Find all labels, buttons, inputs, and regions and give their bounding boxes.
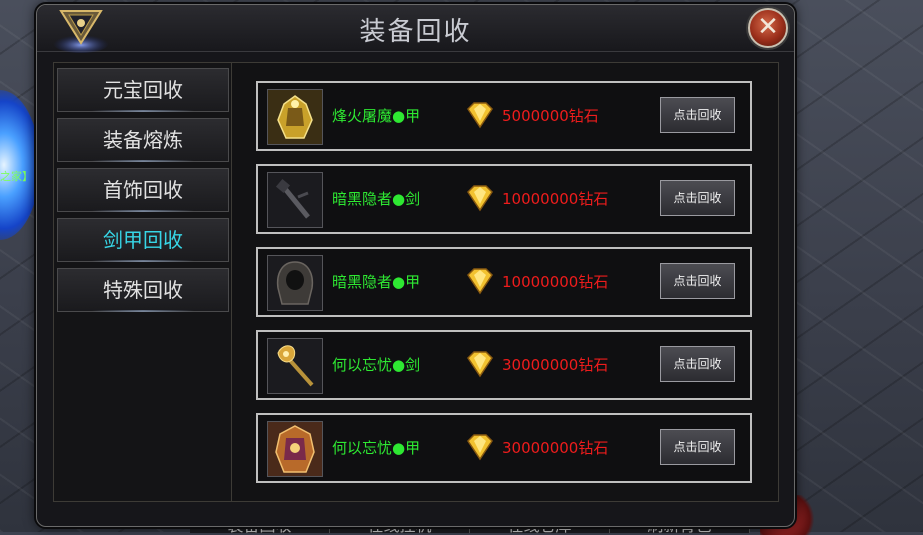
recycle-row: 何以忘忧●剑 30000000钻石 点击回收	[256, 330, 752, 400]
dark-hooded-armor-icon	[268, 256, 322, 310]
diamond-icon	[467, 185, 493, 212]
price-label: 5000000钻石	[502, 107, 599, 125]
sidebar-item-special-recycle[interactable]: 特殊回收	[57, 268, 229, 312]
item-slot[interactable]	[267, 338, 323, 394]
recycle-button[interactable]: 点击回收	[660, 346, 735, 382]
price-label: 10000000钻石	[502, 273, 609, 291]
recycle-row: 何以忘忧●甲 30000000钻石 点击回收	[256, 413, 752, 483]
recycle-button[interactable]: 点击回收	[660, 263, 735, 299]
diamond-icon	[467, 351, 493, 378]
sidebar-item-equipment-smelt[interactable]: 装备熔炼	[57, 118, 229, 162]
item-slot[interactable]	[267, 421, 323, 477]
golden-axe-sword-icon	[268, 339, 322, 393]
sidebar-item-sword-armor-recycle[interactable]: 剑甲回收	[57, 218, 229, 262]
price-label: 30000000钻石	[502, 439, 609, 457]
sidebar-item-jewelry-recycle[interactable]: 首饰回收	[57, 168, 229, 212]
dark-sword-icon	[268, 173, 322, 227]
recycle-button[interactable]: 点击回收	[660, 97, 735, 133]
background-left-text: 之家】	[0, 170, 33, 183]
recycle-list-panel: 烽火屠魔●甲 5000000钻石 点击回收 暗黑隐者●剑 10000000钻石 …	[231, 62, 779, 502]
item-name: 暗黑隐者●剑	[332, 190, 421, 208]
category-sidebar: 元宝回收 装备熔炼 首饰回收 剑甲回收 特殊回收	[53, 62, 233, 502]
item-name: 烽火屠魔●甲	[332, 107, 421, 125]
title-bar: 装备回收 ✕	[37, 5, 794, 53]
item-slot[interactable]	[267, 172, 323, 228]
price-label: 30000000钻石	[502, 356, 609, 374]
golden-armor-icon	[268, 90, 322, 144]
equipment-recycle-window: 装备回收 ✕ 元宝回收 装备熔炼 首饰回收 剑甲回收 特殊回收 烽火屠魔●甲 5…	[36, 4, 795, 527]
diamond-icon	[467, 434, 493, 461]
price-label: 10000000钻石	[502, 190, 609, 208]
item-slot[interactable]	[267, 255, 323, 311]
recycle-button[interactable]: 点击回收	[660, 180, 735, 216]
item-name: 何以忘忧●甲	[332, 439, 421, 457]
item-slot[interactable]	[267, 89, 323, 145]
recycle-row: 暗黑隐者●剑 10000000钻石 点击回收	[256, 164, 752, 234]
window-title: 装备回收	[359, 17, 472, 47]
item-name: 暗黑隐者●甲	[332, 273, 421, 291]
diamond-icon	[467, 102, 493, 129]
ornate-armor-icon	[268, 422, 322, 476]
close-button[interactable]: ✕	[748, 8, 788, 48]
recycle-row: 烽火屠魔●甲 5000000钻石 点击回收	[256, 81, 752, 151]
recycle-button[interactable]: 点击回收	[660, 429, 735, 465]
diamond-icon	[467, 268, 493, 295]
close-icon: ✕	[757, 12, 779, 42]
recycle-row: 暗黑隐者●甲 10000000钻石 点击回收	[256, 247, 752, 317]
sidebar-item-ingot-recycle[interactable]: 元宝回收	[57, 68, 229, 112]
item-name: 何以忘忧●剑	[332, 356, 421, 374]
